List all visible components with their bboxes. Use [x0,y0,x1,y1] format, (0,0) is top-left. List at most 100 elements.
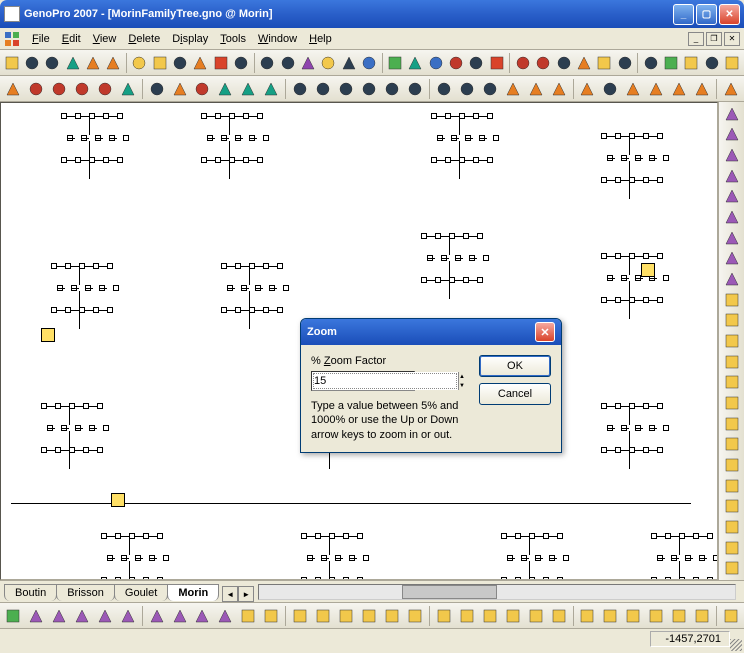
toolbar2-org1-icon[interactable] [289,78,311,100]
tab-brisson[interactable]: Brisson [56,584,115,601]
tab-boutin[interactable]: Boutin [4,584,57,601]
toolbar1-print-icon[interactable] [104,52,123,74]
toolbarb-b2-icon[interactable] [48,605,70,627]
toolbar1-save-icon[interactable] [43,52,62,74]
toolbar1-person-male-icon[interactable] [298,52,317,74]
toolbar-right-r20-icon[interactable] [721,496,743,516]
toolbar1-bolt2-icon[interactable] [574,52,593,74]
toolbarb-no-rel-icon[interactable] [2,605,24,627]
toolbar1-cut-icon[interactable] [150,52,169,74]
menu-delete[interactable]: Delete [122,31,166,47]
toolbar-right-r10-icon[interactable] [721,290,743,310]
zoom-dialog-close[interactable]: ✕ [535,322,555,342]
toolbar-right-r21-icon[interactable] [721,517,743,537]
toolbar2-org2-icon[interactable] [312,78,334,100]
toolbarb-b11-icon[interactable] [260,605,282,627]
toolbar2-org10-icon[interactable] [502,78,524,100]
toolbar1-link-icon[interactable] [467,52,486,74]
toolbarb-b19-icon[interactable] [456,605,478,627]
zoom-spin-up[interactable]: ▲ [458,372,465,381]
zoom-factor-input[interactable] [312,372,458,390]
toolbar2-org6-icon[interactable] [404,78,426,100]
toolbarb-b8-icon[interactable] [192,605,214,627]
toolbar2-smile-icon[interactable] [720,78,742,100]
toolbar-right-r22-icon[interactable] [721,538,743,558]
zoom-factor-spinner[interactable]: ▲ ▼ [311,371,415,391]
toolbar-right-r11-icon[interactable] [721,311,743,331]
tab-goulet[interactable]: Goulet [114,584,168,601]
zoom-dialog-titlebar[interactable]: Zoom ✕ [301,319,561,345]
toolbar-right-r12-icon[interactable] [721,331,743,351]
toolbar1-paste-icon[interactable] [191,52,210,74]
toolbarb-b22-icon[interactable] [525,605,547,627]
toolbarb-b21-icon[interactable] [502,605,524,627]
toolbarb-b29-icon[interactable] [691,605,713,627]
resize-grip[interactable] [730,639,742,651]
zoom-cancel-button[interactable]: Cancel [479,383,551,405]
toolbar2-font-icon[interactable] [599,78,621,100]
toolbar-right-r7-icon[interactable] [721,228,743,248]
toolbar1-copy-icon[interactable] [170,52,189,74]
toolbar-right-r15-icon[interactable] [721,393,743,413]
toolbar1-table-icon[interactable] [83,52,102,74]
toolbar2-link2-icon[interactable] [2,78,24,100]
menu-display[interactable]: Display [166,31,214,47]
toolbar2-rect3-icon[interactable] [577,78,599,100]
toolbar1-new-icon[interactable] [2,52,21,74]
toolbar-right-r1-icon[interactable] [721,104,743,124]
toolbar1-wand-icon[interactable] [641,52,660,74]
toolbar-right-r23-icon[interactable] [721,558,743,578]
toolbar-right-r3-icon[interactable] [721,145,743,165]
toolbarb-b3-icon[interactable] [71,605,93,627]
toolbar-right-r13-icon[interactable] [721,352,743,372]
toolbarb-b23-icon[interactable] [548,605,570,627]
toolbarb-b7-icon[interactable] [169,605,191,627]
toolbar1-twins-a-icon[interactable] [513,52,532,74]
toolbar2-arrow-u-icon[interactable] [94,78,116,100]
toolbarb-b15-icon[interactable] [358,605,380,627]
toolbar1-bolt-icon[interactable] [554,52,573,74]
toolbar-right-r16-icon[interactable] [721,414,743,434]
menu-view[interactable]: View [87,31,123,47]
toolbar2-rect1-icon[interactable] [525,78,547,100]
toolbar1-new-male-icon[interactable] [406,52,425,74]
toolbarb-b4-icon[interactable] [94,605,116,627]
toolbarb-b26-icon[interactable] [622,605,644,627]
minimize-button[interactable]: _ [673,4,694,25]
toolbar1-person-female-icon[interactable] [319,52,338,74]
toolbarb-b14-icon[interactable] [335,605,357,627]
toolbarb-b12-icon[interactable] [289,605,311,627]
zoom-spin-down[interactable]: ▼ [458,381,465,390]
toolbar1-cup-icon[interactable] [722,52,741,74]
toolbar2-org3-icon[interactable] [335,78,357,100]
toolbarb-b18-icon[interactable] [433,605,455,627]
toolbarb-b6-icon[interactable] [146,605,168,627]
zoom-ok-button[interactable]: OK [479,355,551,377]
menu-help[interactable]: Help [303,31,338,47]
toolbarb-b25-icon[interactable] [599,605,621,627]
toolbar-right-r8-icon[interactable] [721,249,743,269]
hscroll-thumb[interactable] [402,585,497,599]
menu-tools[interactable]: Tools [214,31,252,47]
toolbar-right-r6-icon[interactable] [721,207,743,227]
toolbar2-org4-icon[interactable] [358,78,380,100]
toolbar1-person-pet-icon[interactable] [359,52,378,74]
toolbar1-circle-icon[interactable] [661,52,680,74]
toolbar1-redo-icon[interactable] [258,52,277,74]
toolbar1-text-icon[interactable] [615,52,634,74]
menu-edit[interactable]: Edit [56,31,87,47]
toolbar2-org9-icon[interactable] [479,78,501,100]
toolbar1-new-unk-icon[interactable] [446,52,465,74]
horizontal-scrollbar[interactable] [258,584,736,600]
toolbar2-org5-icon[interactable] [381,78,403,100]
toolbar-right-r19-icon[interactable] [721,476,743,496]
toolbar1-hyperlink-icon[interactable] [487,52,506,74]
toolbar2-zoom-100-icon[interactable] [260,78,282,100]
toolbarb-b24-icon[interactable] [577,605,599,627]
toolbar2-grid3-icon[interactable] [668,78,690,100]
toolbar-right-r4-icon[interactable] [721,166,743,186]
toolbarb-b13-icon[interactable] [312,605,334,627]
toolbar1-family-icon[interactable] [385,52,404,74]
maximize-button[interactable]: ▢ [696,4,717,25]
toolbar-right-r17-icon[interactable] [721,435,743,455]
